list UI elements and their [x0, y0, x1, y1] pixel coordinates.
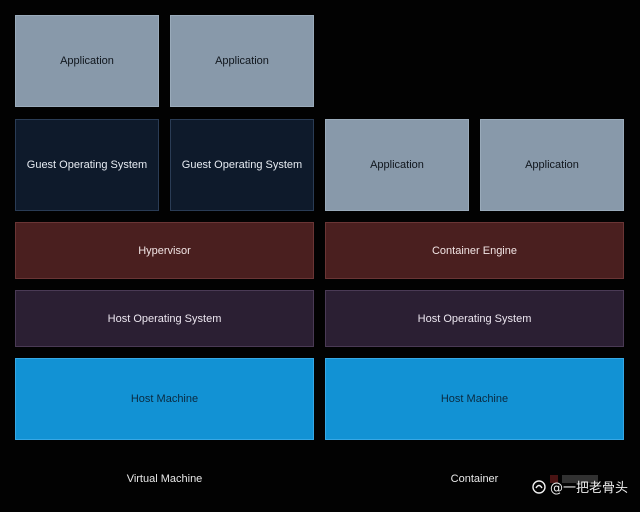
watermark-text: @一把老骨头 — [549, 481, 628, 496]
container-application-2: Application — [480, 119, 624, 211]
vm-guest-os-2-label: Guest Operating System — [181, 159, 303, 171]
container-host-os-label: Host Operating System — [417, 312, 532, 325]
watermark: @一把老骨头 — [532, 477, 628, 496]
container-host-machine-label: Host Machine — [440, 393, 509, 405]
vm-application-1-label: Application — [60, 55, 114, 67]
vm-host-machine: Host Machine — [15, 358, 314, 440]
vm-guest-os-1-label: Guest Operating System — [26, 159, 148, 171]
container-application-1-label: Application — [370, 159, 424, 171]
vm-hypervisor-label: Hypervisor — [138, 244, 191, 257]
container-application-1: Application — [325, 119, 469, 211]
watermark-logo-icon — [532, 479, 546, 494]
vm-application-1: Application — [15, 15, 159, 107]
vm-host-machine-label: Host Machine — [130, 393, 199, 405]
vm-application-2-label: Application — [215, 55, 269, 67]
vm-host-os: Host Operating System — [15, 290, 314, 347]
vm-guest-os-1: Guest Operating System — [15, 119, 159, 211]
vm-guest-os-2: Guest Operating System — [170, 119, 314, 211]
vm-hypervisor: Hypervisor — [15, 222, 314, 279]
vm-application-2: Application — [170, 15, 314, 107]
container-host-os: Host Operating System — [325, 290, 624, 347]
container-engine-label: Container Engine — [431, 244, 517, 257]
container-host-machine: Host Machine — [325, 358, 624, 440]
container-engine: Container Engine — [325, 222, 624, 279]
vm-host-os-label: Host Operating System — [107, 312, 222, 325]
container-application-2-label: Application — [525, 159, 579, 171]
vm-caption: Virtual Machine — [126, 473, 203, 485]
